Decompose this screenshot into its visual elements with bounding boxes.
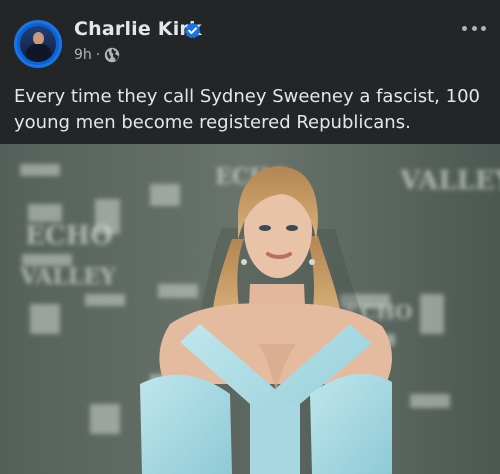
- photo-illustration: ECHO VALLEY VALLEY ECHO ECHO: [0, 144, 500, 474]
- globe-icon[interactable]: [104, 47, 120, 63]
- post-time[interactable]: 9h: [74, 47, 92, 63]
- meta-separator: ·: [95, 47, 101, 63]
- verified-badge-icon: [184, 22, 201, 39]
- post-text: Every time they call Sydney Sweeney a fa…: [14, 86, 480, 133]
- more-dot: [481, 26, 486, 31]
- author-name[interactable]: Charlie Kirk: [74, 18, 202, 40]
- more-dot: [471, 26, 477, 31]
- svg-text:VALLEY: VALLEY: [399, 166, 500, 196]
- post-photo[interactable]: ECHO VALLEY VALLEY ECHO ECHO: [0, 144, 500, 474]
- more-dot: [462, 26, 467, 31]
- avatar-photo: [20, 26, 56, 62]
- post-meta: 9h ·: [74, 47, 120, 63]
- svg-text:ECHO: ECHO: [25, 221, 113, 251]
- post-header: Charlie Kirk 9h ·: [0, 0, 500, 78]
- more-options-icon[interactable]: [462, 26, 486, 34]
- svg-text:VALLEY: VALLEY: [19, 264, 116, 290]
- author-avatar[interactable]: [14, 20, 62, 68]
- avatar-body: [26, 44, 51, 62]
